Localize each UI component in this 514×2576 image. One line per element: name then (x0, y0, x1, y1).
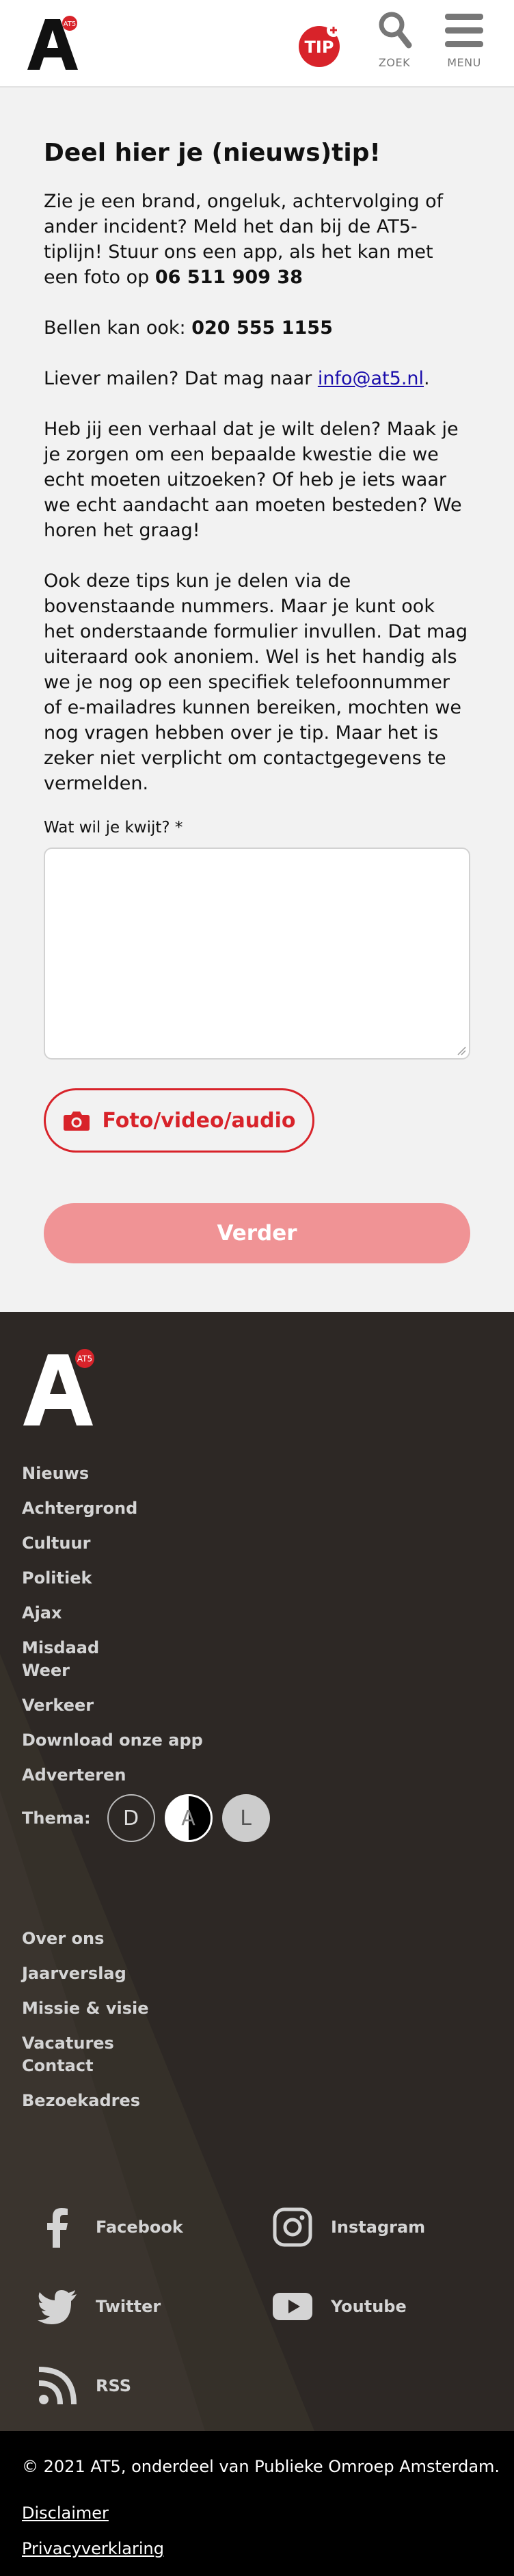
footer-link-politiek[interactable]: Politiek (22, 1567, 268, 1590)
theme-dark-option[interactable]: D (107, 1794, 155, 1842)
social-instagram[interactable]: Instagram (271, 2205, 425, 2249)
tip-button[interactable]: TIP (295, 21, 343, 68)
footer-link-contact[interactable]: Contact (22, 2055, 268, 2077)
legal-bar: © 2021 AT5, onderdeel van Publieke Omroe… (0, 2431, 514, 2576)
logo-badge-text: AT5 (64, 21, 77, 28)
call-number: 020 555 1155 (191, 317, 333, 339)
menu-button[interactable]: MENU (439, 10, 489, 69)
footer-nav-secondary: Over ons Jaarverslag Missie & visie Vaca… (22, 1928, 268, 2112)
mail-prefix: Liever mailen? Dat mag naar (44, 368, 318, 389)
tip-textarea[interactable] (44, 847, 470, 1060)
menu-label: MENU (447, 56, 481, 69)
footer-link-missie-visie[interactable]: Missie & visie (22, 1997, 268, 2020)
mail-text: Liever mailen? Dat mag naar info@at5.nl. (44, 366, 470, 391)
theme-light-option[interactable]: L (221, 1794, 270, 1842)
tip-form-section: Deel hier je (nieuws)tip! Zie je een bra… (44, 137, 470, 1263)
site-header: AT5 TIP ZOEK MENU (0, 0, 514, 88)
instagram-icon (273, 2207, 312, 2247)
footer-link-vacatures[interactable]: Vacatures (22, 2032, 268, 2055)
footer-link-cultuur[interactable]: Cultuur (22, 1532, 268, 1555)
mail-link[interactable]: info@at5.nl (318, 368, 424, 389)
tip-label: TIP (305, 38, 334, 57)
footer-link-download-app[interactable]: Download onze app (22, 1729, 268, 1752)
footer-link-over-ons[interactable]: Over ons (22, 1928, 268, 1950)
theme-label: Thema: (22, 1809, 91, 1828)
theme-auto-option[interactable]: A (164, 1794, 213, 1842)
mail-suffix: . (424, 368, 430, 389)
social-twitter[interactable]: Twitter (36, 2285, 161, 2328)
at5-logo[interactable]: AT5 (25, 15, 82, 73)
call-prefix: Bellen kan ook: (44, 317, 192, 339)
disclaimer-link[interactable]: Disclaimer (22, 2503, 109, 2523)
footer-link-jaarverslag[interactable]: Jaarverslag (22, 1962, 268, 1985)
youtube-icon (273, 2293, 312, 2320)
instagram-label: Instagram (331, 2218, 426, 2237)
footer-link-verkeer[interactable]: Verkeer (22, 1694, 268, 1717)
footer-link-nieuws[interactable]: Nieuws (22, 1462, 268, 1485)
submit-button[interactable]: Verder (44, 1203, 470, 1263)
footer-link-misdaad[interactable]: Misdaad (22, 1637, 268, 1659)
youtube-label: Youtube (331, 2297, 407, 2316)
hamburger-icon (445, 14, 483, 47)
call-text: Bellen kan ook: 020 555 1155 (44, 315, 470, 341)
copyright-text: © 2021 AT5, onderdeel van Publieke Omroe… (22, 2457, 500, 2476)
search-label: ZOEK (378, 56, 411, 69)
footer-link-ajax[interactable]: Ajax (22, 1602, 268, 1625)
twitter-label: Twitter (96, 2297, 161, 2316)
camera-icon (63, 1112, 90, 1131)
privacy-link[interactable]: Privacyverklaring (22, 2539, 164, 2558)
search-icon (379, 12, 412, 49)
story-text: Heb jij een verhaal dat je wilt delen? M… (44, 419, 462, 541)
theme-switcher: Thema: D A L (22, 1794, 280, 1842)
media-button-label: Foto/video/audio (102, 1108, 296, 1133)
media-upload-button[interactable]: Foto/video/audio (44, 1088, 314, 1153)
footer-nav: Nieuws Achtergrond Cultuur Politiek Ajax… (22, 1462, 268, 1787)
footer-link-achtergrond[interactable]: Achtergrond (22, 1497, 268, 1520)
footer-link-weer[interactable]: Weer (22, 1659, 268, 1682)
social-facebook[interactable]: Facebook (36, 2205, 183, 2249)
resize-grip-icon[interactable] (457, 1046, 466, 1055)
twitter-icon (38, 2290, 77, 2324)
anon-text: Ook deze tips kun je delen via de bovens… (44, 570, 468, 794)
footer-at5-logo[interactable]: AT5 (22, 1349, 101, 1428)
social-youtube[interactable]: Youtube (271, 2285, 407, 2328)
page-title: Deel hier je (nieuws)tip! (44, 139, 381, 167)
intro-text: Zie je een brand, ongeluk, achtervolging… (44, 189, 470, 290)
app-number: 06 511 909 38 (154, 267, 303, 288)
rss-icon (38, 2367, 77, 2405)
facebook-label: Facebook (96, 2218, 183, 2237)
question-label: Wat wil je kwijt? * (44, 819, 183, 837)
site-footer: AT5 Nieuws Achtergrond Cultuur Politiek … (0, 1312, 514, 2431)
search-button[interactable]: ZOEK (369, 10, 420, 69)
rss-label: RSS (96, 2376, 131, 2395)
footer-logo-badge-text: AT5 (77, 1354, 92, 1364)
footer-link-adverteren[interactable]: Adverteren (22, 1764, 268, 1787)
footer-link-bezoekadres[interactable]: Bezoekadres (22, 2090, 268, 2112)
facebook-icon (47, 2208, 68, 2248)
social-rss[interactable]: RSS (36, 2364, 131, 2408)
